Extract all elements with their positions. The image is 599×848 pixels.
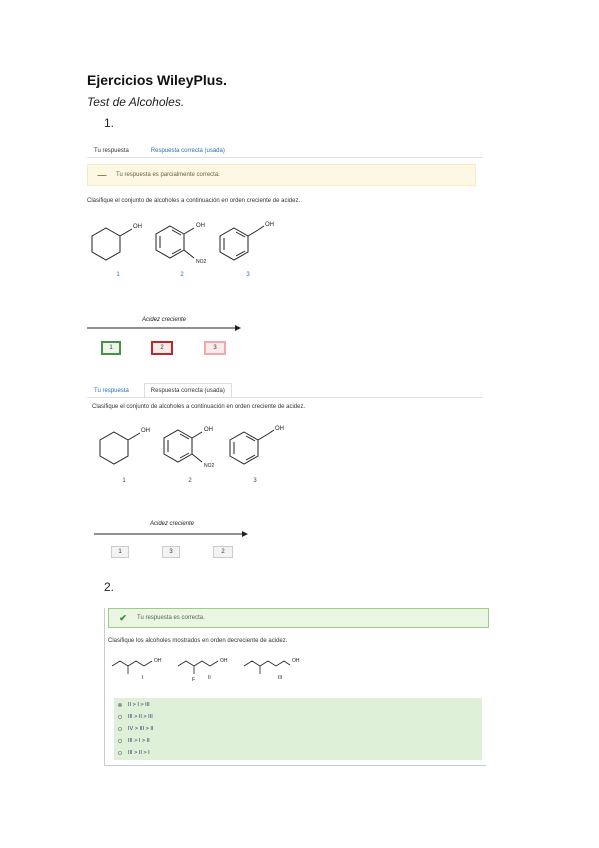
option-label: III > I > II [128,738,150,744]
answer-slot-3[interactable]: 3 [204,341,226,355]
option-2[interactable]: III > II > III [118,714,153,720]
correct-banner: ✔ Tu respuesta es correcta. [108,608,489,628]
question-1-prompt-correct: Clasifique el conjunto de alcoholes a co… [92,404,306,410]
check-icon: ✔ [119,612,127,623]
molecule-number-2: 2 [188,478,192,484]
molecule-number-2: 2 [180,272,184,278]
correct-slot-2: 3 [162,546,180,558]
correct-slot-1: 1 [111,546,129,558]
document-subtitle: Test de Alcoholes. [87,95,185,109]
arrow-label: Acidez creciente [149,521,195,527]
alcohol-iii-structure: OH III [243,658,300,681]
benzyl-alcohol-structure: OH [229,426,284,465]
radio-button[interactable] [118,739,122,743]
oh-label: OH [204,427,213,433]
minus-icon: — [97,170,107,180]
molecule-number-3: 3 [246,272,250,278]
no2-label: NO2 [196,259,207,265]
oh-label: OH [154,658,162,664]
no2-label: NO2 [204,463,215,469]
option-label: II > I > III [128,702,150,708]
molecule-number-1: 1 [116,272,120,278]
answer-slot-2[interactable]: 2 [151,341,173,355]
roman-label: II [208,675,211,681]
oh-label: OH [133,224,142,230]
tab-your-answer[interactable]: Tu respuesta [87,143,136,158]
tab-correct-answer[interactable]: Respuesta correcta (usada) [144,143,232,158]
oh-label: OH [220,658,228,664]
card-bottom-border [104,765,486,766]
arrow-right-icon [94,531,248,537]
option-label: III > II > I [128,750,150,756]
oh-label: OH [275,426,284,432]
oh-label: OH [265,222,274,228]
banner-text: Tu respuesta es correcta. [137,615,205,621]
partial-correct-banner: — Tu respuesta es parcialmente correcta. [87,164,476,186]
correct-slot-3: 2 [213,546,233,558]
question-1-prompt: Clasifique el conjunto de alcoholes a co… [87,198,301,204]
option-1[interactable]: II > I > III [118,702,150,708]
tab-your-answer[interactable]: Tu respuesta [87,383,136,398]
alcohol-ii-structure: OH F II [177,658,228,683]
arrow-right-icon [87,325,241,331]
tab-correct-answer[interactable]: Respuesta correcta (usada) [143,383,232,398]
benzyl-alcohol-structure: OH [219,222,274,261]
option-3[interactable]: IV > III > II [118,726,153,732]
question-1-tabs-top: Tu respuesta Respuesta correcta (usada) [87,136,483,158]
tab-rule [87,157,483,158]
oh-label: OH [292,658,300,664]
cyclohexanol-structure: OH [91,224,142,261]
question-2-prompt: Clasifique los alcoholes mostrados en or… [108,638,288,644]
nitrophenol-structure: OH NO2 [155,223,207,265]
cyclohexanol-structure: OH [99,428,150,465]
roman-label: I [142,675,143,681]
alcohol-i-structure: OH I [111,658,162,681]
question-1-tabs-bottom: Tu respuesta Respuesta correcta (usada) [87,376,483,398]
radio-button[interactable] [118,751,122,755]
radio-button[interactable] [118,727,122,731]
oh-label: OH [196,223,205,229]
option-label: III > II > III [128,714,153,720]
question-2-number: 2. [104,580,115,594]
roman-label: III [278,675,282,681]
radio-button[interactable] [118,703,122,707]
oh-label: OH [141,428,150,434]
option-label: IV > III > II [128,726,154,732]
banner-text: Tu respuesta es parcialmente correcta. [116,172,220,178]
molecule-number-3: 3 [253,478,257,484]
option-4[interactable]: III > I > II [118,738,150,744]
radio-button[interactable] [118,715,122,719]
document-title: Ejercicios WileyPlus. [87,72,227,88]
fluorine-label: F [192,677,195,683]
card-left-border [104,608,105,766]
nitrophenol-structure: OH NO2 [163,427,215,469]
option-5[interactable]: III > II > I [118,750,150,756]
answer-options: II > I > III III > II > III IV > III > I… [114,698,482,760]
molecule-number-1: 1 [122,478,126,484]
question-1-number: 1. [104,116,115,130]
tab-rule [87,397,483,398]
answer-slot-1[interactable]: 1 [101,341,121,355]
